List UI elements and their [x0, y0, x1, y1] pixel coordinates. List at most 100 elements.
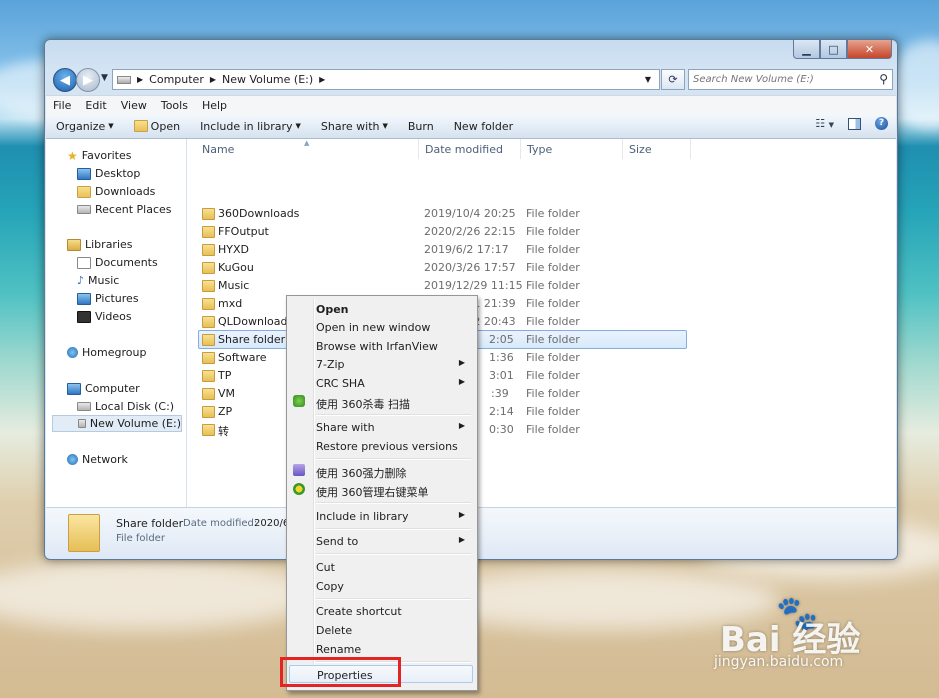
menu-item-open[interactable]: Open — [289, 300, 473, 318]
breadcrumb-separator-icon: ▶ — [137, 75, 144, 84]
file-row[interactable]: 360Downloads 2019/10/4 20:25 File folder — [199, 205, 686, 222]
menu-separator — [316, 414, 471, 416]
folder-icon — [202, 226, 215, 238]
nav-new-volume-label: New Volume (E:) — [89, 417, 181, 430]
libraries-icon — [67, 238, 81, 251]
nav-network[interactable]: Network — [67, 451, 128, 468]
details-type: File folder — [116, 533, 165, 544]
menu-item-send-to[interactable]: Send to ▶ — [289, 532, 473, 550]
file-name: 360Downloads — [218, 207, 300, 220]
folder-icon — [202, 388, 215, 400]
file-row[interactable]: KuGou 2020/3/26 17:57 File folder — [199, 259, 686, 276]
folder-open-icon — [133, 120, 148, 132]
folder-icon — [202, 262, 215, 274]
column-header-type[interactable]: Type — [521, 139, 623, 159]
file-date: 3:01 — [489, 369, 514, 382]
nav-downloads[interactable]: Downloads — [77, 183, 155, 200]
preview-pane-button[interactable] — [848, 117, 861, 130]
menu-item-cut[interactable]: Cut — [289, 558, 473, 576]
column-header-name[interactable]: Name — [187, 139, 419, 159]
file-name: mxd — [218, 297, 243, 310]
share-with-button[interactable]: Share with ▼ — [311, 120, 398, 133]
menu-edit[interactable]: Edit — [78, 99, 113, 112]
search-icon[interactable]: ⚲ — [879, 72, 888, 86]
menu-file[interactable]: File — [46, 99, 78, 112]
menu-item-7zip[interactable]: 7-Zip ▶ — [289, 355, 473, 373]
maximize-button[interactable]: □ — [820, 40, 847, 59]
documents-icon — [77, 256, 91, 269]
nav-new-volume[interactable]: New Volume (E:) — [52, 415, 182, 432]
local-disk-icon — [77, 402, 91, 411]
menu-item-include-library[interactable]: Include in library ▶ — [289, 507, 473, 525]
menu-cut-label: Cut — [316, 561, 335, 574]
menu-item-copy[interactable]: Copy — [289, 577, 473, 595]
forward-button[interactable]: ▶ — [76, 68, 100, 92]
nav-music[interactable]: ♪ Music — [77, 272, 119, 289]
folder-icon — [202, 334, 215, 346]
minimize-button[interactable]: ▁ — [793, 40, 820, 59]
back-arrow-icon: ◀ — [60, 72, 70, 88]
nav-recent-places[interactable]: Recent Places — [77, 201, 172, 218]
burn-button[interactable]: Burn — [398, 120, 444, 133]
menu-item-create-shortcut[interactable]: Create shortcut — [289, 602, 473, 620]
close-button[interactable]: ✕ — [847, 40, 892, 59]
nav-favorites-label: Favorites — [81, 149, 132, 162]
menu-help[interactable]: Help — [195, 99, 234, 112]
change-view-button[interactable]: ☷ ▼ — [815, 117, 834, 130]
search-input[interactable] — [689, 70, 875, 89]
navigation-pane: ★ Favorites Desktop Downloads Recent Plac… — [46, 139, 187, 507]
menu-item-360-manage[interactable]: 使用 360管理右键菜单 — [289, 481, 473, 499]
file-type: File folder — [526, 279, 580, 292]
refresh-button[interactable]: ⟳ — [661, 69, 685, 90]
file-type: File folder — [526, 333, 580, 346]
nav-homegroup[interactable]: Homegroup — [67, 344, 146, 361]
menu-share-with-label: Share with — [316, 421, 375, 434]
organize-button[interactable]: Organize ▼ — [46, 120, 124, 133]
open-button[interactable]: Open — [124, 120, 190, 133]
file-date: 2020/2/26 22:15 — [424, 225, 516, 238]
menu-item-delete[interactable]: Delete — [289, 621, 473, 639]
menu-item-share-with[interactable]: Share with ▶ — [289, 418, 473, 436]
breadcrumb-new-volume[interactable]: New Volume (E:) — [222, 73, 313, 86]
nav-libraries-label: Libraries — [85, 238, 133, 251]
file-row[interactable]: HYXD 2019/6/2 17:17 File folder — [199, 241, 686, 258]
nav-libraries[interactable]: Libraries — [67, 236, 133, 253]
large-folder-icon — [68, 514, 100, 552]
nav-local-disk[interactable]: Local Disk (C:) — [77, 398, 174, 415]
address-dropdown-icon[interactable]: ▼ — [645, 75, 651, 84]
breadcrumb-computer[interactable]: Computer — [149, 73, 204, 86]
menu-item-360-scan[interactable]: 使用 360杀毒 扫描 — [289, 393, 473, 411]
file-row[interactable]: FFOutput 2020/2/26 22:15 File folder — [199, 223, 686, 240]
file-row[interactable]: Music 2019/12/29 11:15 File folder — [199, 277, 686, 294]
search-box[interactable]: ⚲ — [688, 69, 893, 90]
menu-tools[interactable]: Tools — [154, 99, 195, 112]
menu-item-360-delete[interactable]: 使用 360强力删除 — [289, 462, 473, 480]
nav-videos[interactable]: Videos — [77, 308, 132, 325]
file-type: File folder — [526, 225, 580, 238]
menu-item-restore-versions[interactable]: Restore previous versions — [289, 437, 473, 455]
back-button[interactable]: ◀ — [53, 68, 77, 92]
new-folder-button[interactable]: New folder — [444, 120, 523, 133]
include-in-library-button[interactable]: Include in library ▼ — [190, 120, 311, 133]
nav-pictures[interactable]: Pictures — [77, 290, 139, 307]
nav-homegroup-label: Homegroup — [82, 346, 147, 359]
nav-favorites[interactable]: ★ Favorites — [67, 147, 131, 164]
help-button[interactable]: ? — [875, 117, 888, 130]
nav-desktop[interactable]: Desktop — [77, 165, 140, 182]
column-header-date[interactable]: Date modified — [419, 139, 521, 159]
menu-item-rename[interactable]: Rename — [289, 640, 473, 658]
nav-documents[interactable]: Documents — [77, 254, 158, 271]
menu-item-irfanview[interactable]: Browse with IrfanView — [289, 337, 473, 355]
star-icon: ★ — [67, 148, 78, 163]
file-name: TP — [218, 369, 232, 382]
menu-item-crc-sha[interactable]: CRC SHA ▶ — [289, 374, 473, 392]
column-header-size[interactable]: Size — [623, 139, 691, 159]
menu-item-open-new-window[interactable]: Open in new window — [289, 318, 473, 336]
recent-pages-dropdown[interactable]: ▼ — [101, 73, 108, 83]
nav-computer[interactable]: Computer — [67, 380, 140, 397]
file-date: 0:30 — [489, 423, 514, 436]
menu-create-shortcut-label: Create shortcut — [316, 605, 402, 618]
address-bar[interactable]: ▶ Computer ▶ New Volume (E:) ▶ ▼ — [112, 69, 660, 90]
menu-view[interactable]: View — [114, 99, 154, 112]
context-menu: Open Open in new window Browse with Irfa… — [286, 295, 478, 691]
